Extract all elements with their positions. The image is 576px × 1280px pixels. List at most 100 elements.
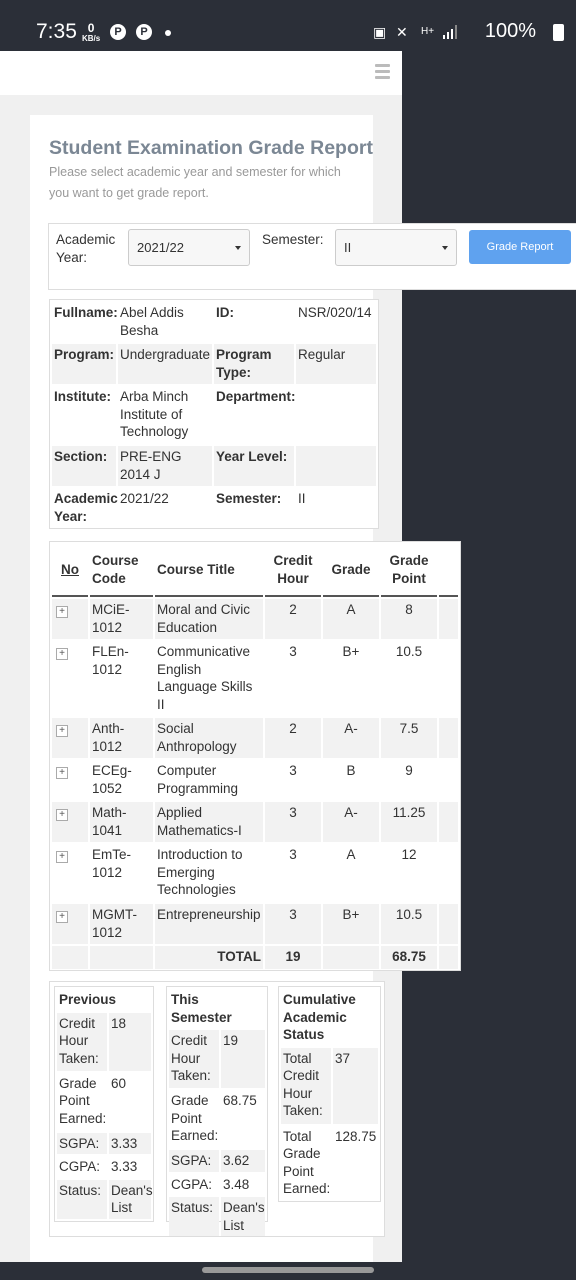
summary-panel: Previous Credit Hour Taken: 18 Grade Poin… (49, 981, 385, 1237)
cumulative-box: Cumulative Academic Status Total Credit … (278, 986, 381, 1202)
cum-point-label: Total Grade Point Earned: (283, 1128, 331, 1197)
pinterest-icon: P (110, 24, 126, 40)
signal-icon (443, 25, 457, 39)
expand-row-icon[interactable]: + (56, 809, 68, 821)
home-gesture-bar[interactable] (202, 1267, 374, 1273)
semester-label: Semester: (262, 232, 324, 247)
total-label: TOTAL (155, 946, 263, 969)
expand-cell: + (52, 802, 88, 842)
academic-year-info-label: Academic Year: (54, 491, 118, 524)
grade-point: 8 (381, 599, 437, 639)
prev-point-value: 60 (111, 1075, 127, 1091)
credit-hour: 3 (289, 847, 297, 862)
academic-year-value: 2021/22 (137, 240, 184, 255)
expand-cell: + (52, 760, 88, 800)
credit-hour: 3 (265, 904, 321, 944)
grade: B+ (342, 644, 360, 659)
cum-point-value: 128.75 (335, 1128, 377, 1144)
chevron-down-icon (442, 246, 448, 250)
course-code: Anth-1012 (90, 718, 153, 758)
battery-icon (553, 24, 564, 41)
expand-row-icon[interactable]: + (56, 648, 68, 660)
year-level-value (296, 446, 376, 486)
table-row: + MCiE-1012 Moral and Civic Education 2 A 8 (52, 599, 458, 639)
section-label: Section: (52, 446, 116, 486)
course-title: Moral and Civic Education (155, 599, 263, 639)
expand-row-icon[interactable]: + (56, 606, 68, 618)
cur-point-label: Grade Point Earned: (171, 1093, 219, 1143)
credit-hour: 2 (265, 599, 321, 639)
row-spacer (439, 760, 458, 800)
program-value: Undergraduate (118, 344, 212, 384)
grade-point: 10.5 (381, 904, 437, 944)
row-spacer (439, 599, 458, 639)
expand-cell: + (52, 904, 88, 944)
courses-table: No Course Code Course Title Credit Hour … (49, 541, 461, 971)
table-row: + Math-1041 Applied Mathematics-I 3 A- 11.25 (52, 802, 458, 842)
course-code: ECEg-1052 (92, 763, 132, 796)
grade: B (346, 763, 356, 778)
grade: A (323, 599, 379, 639)
total-credit: 19 (265, 946, 321, 969)
expand-row-icon[interactable]: + (56, 725, 68, 737)
course-title: Entrepreneurship (155, 904, 263, 944)
row-spacer (439, 844, 458, 902)
table-header-row: No Course Code Course Title Credit Hour … (52, 544, 458, 597)
prev-credit-label: Credit Hour Taken: (57, 1012, 107, 1071)
previous-heading: Previous (59, 992, 117, 1007)
row-spacer (439, 802, 458, 842)
battery-percent: 100% (484, 20, 536, 42)
page-title: Student Examination Grade Report (49, 137, 373, 159)
cur-point-value: 68.75 (223, 1093, 257, 1108)
course-title: Introduction to Emerging Technologies (157, 847, 243, 897)
grade: B+ (323, 904, 379, 944)
expand-cell: + (52, 599, 88, 639)
credit-hour: 3 (265, 802, 321, 842)
course-title: Communicative English Language Skills II (157, 644, 253, 712)
col-header-credit: Credit Hour (265, 544, 321, 597)
grade-report-button[interactable]: Grade Report (469, 230, 571, 264)
academic-year-select[interactable]: 2021/22 (128, 229, 250, 266)
grade-point: 11.25 (381, 802, 437, 842)
course-code: MCiE-1012 (90, 599, 153, 639)
program-type-label: Program Type: (214, 344, 294, 384)
expand-cell: + (52, 844, 88, 902)
fullname-label: Fullname: (54, 305, 118, 320)
cur-credit-value: 19 (221, 1030, 265, 1088)
table-row: + ECEg-1052 Computer Programming 3 B 9 (52, 760, 458, 800)
row-spacer (439, 641, 458, 716)
expand-cell: + (52, 718, 88, 758)
cum-credit-value: 37 (333, 1047, 378, 1124)
institute-value: Arba Minch Institute of Technology (120, 389, 189, 439)
battery-saver-icon: ▣ (373, 24, 387, 40)
status-time: 7:35 (36, 20, 77, 43)
id-label: ID: (216, 305, 234, 320)
semester-select[interactable]: II (335, 229, 457, 266)
prev-credit-value: 18 (109, 1012, 151, 1071)
department-value (296, 386, 376, 444)
academic-year-label: Academic Year: (56, 232, 116, 265)
prev-sgpa-value: 3.33 (109, 1132, 151, 1154)
semester-info-label: Semester: (216, 491, 282, 506)
expand-row-icon[interactable]: + (56, 911, 68, 923)
info-row: Program: Undergraduate Program Type: Reg… (52, 344, 376, 384)
institute-label: Institute: (54, 389, 111, 404)
cur-cgpa-label: CGPA: (171, 1176, 213, 1192)
id-value: NSR/020/14 (298, 305, 372, 320)
col-header-no: No (52, 544, 88, 597)
prev-cgpa-value: 3.33 (111, 1159, 138, 1174)
department-label: Department: (216, 389, 296, 404)
total-point: 68.75 (381, 946, 437, 969)
expand-row-icon[interactable]: + (56, 851, 68, 863)
course-title: Social Anthropology (155, 718, 263, 758)
col-header-point: Grade Point (381, 544, 437, 597)
hamburger-menu-icon[interactable] (375, 64, 390, 82)
prev-cgpa-label: CGPA: (59, 1159, 101, 1174)
chevron-down-icon (235, 246, 241, 250)
section-value: PRE-ENG 2014 J (118, 446, 212, 486)
student-info-table: Fullname: Abel Addis Besha ID: NSR/020/1… (49, 299, 379, 529)
navbar (0, 51, 402, 95)
course-title: Computer Programming (157, 763, 239, 796)
expand-row-icon[interactable]: + (56, 767, 68, 779)
cur-sgpa-value: 3.62 (221, 1150, 265, 1172)
